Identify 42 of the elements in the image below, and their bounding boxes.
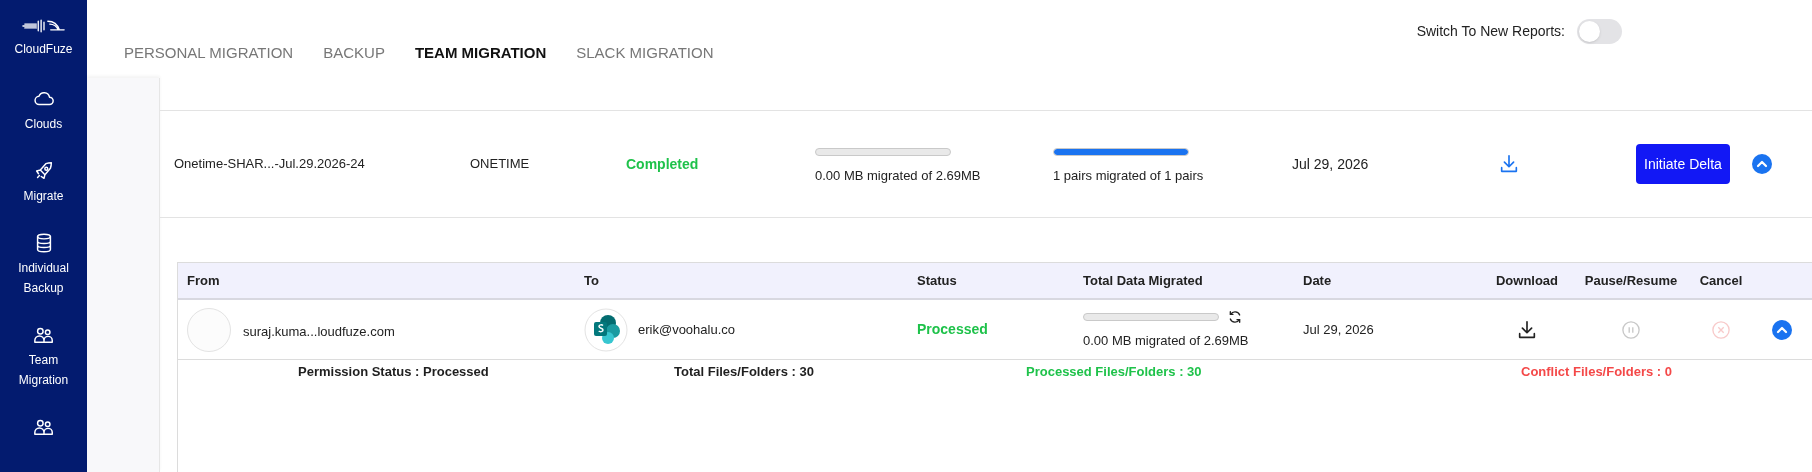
nav-tab[interactable]: TEAM MIGRATION [414,42,547,65]
data-progress-text: 0.00 MB migrated of 2.69MB [815,167,982,186]
avatar-placeholder [187,307,231,352]
detail-text: Conflict Files/Folders : 0 [1520,363,1673,382]
toggle-label: Switch To New Reports: [1416,22,1565,41]
row-status: Processed [917,320,989,339]
job-status: Completed [626,154,700,174]
nav-tab[interactable]: PERSONAL MIGRATION [124,42,294,65]
column-header: Download [1495,271,1559,290]
logo-icon [20,18,67,34]
sidebar-item[interactable]: Clouds [3,88,84,134]
toggle-switch[interactable] [1577,19,1622,44]
job-name: Onetime-SHAR...-Jul.29.2026-24 [173,155,366,174]
column-header: Date [1303,271,1333,290]
initiate-delta-button[interactable]: Initiate Delta [1636,144,1730,184]
chevron-button-icon[interactable] [1771,319,1792,340]
column-header: Status [917,271,958,290]
refresh-icon[interactable] [1227,308,1243,325]
column-header: Total Data Migrated [1083,271,1204,290]
row-date: Jul 29, 2026 [1303,320,1375,339]
job-date: Jul 29, 2026 [1292,154,1370,174]
detail-text: Total Files/Folders : 30 [673,363,815,382]
nav-tab[interactable]: SLACK MIGRATION [576,42,714,65]
job-type: ONETIME [470,155,531,174]
sidebar-item[interactable]: Individual Backup [3,232,84,298]
detail-text: Permission Status : Processed [297,363,490,382]
row-data-text: 0.00 MB migrated of 2.69MB [1083,331,1250,350]
column-header: Pause/Resume [1584,271,1678,290]
chevron-button-icon[interactable] [1751,154,1772,174]
sidebar-item[interactable]: Migrate [3,160,84,206]
brand-name: CloudFuze [14,41,73,58]
column-header: From [186,271,221,290]
to-email: erik@voohalu.co [638,320,736,339]
nav-tab[interactable]: BACKUP [323,42,385,65]
download-icon[interactable] [1516,318,1538,341]
pairs-progress-text: 1 pairs migrated of 1 pairs [1053,167,1205,186]
from-email: suraj.kuma...loudfuze.com [243,322,395,341]
column-header: Cancel [1699,271,1743,290]
column-header: To [584,271,600,290]
detail-text: Processed Files/Folders : 30 [1025,363,1203,382]
sidebar-item[interactable]: Team Migration [3,324,84,390]
sharepoint-logo-icon [584,307,628,352]
